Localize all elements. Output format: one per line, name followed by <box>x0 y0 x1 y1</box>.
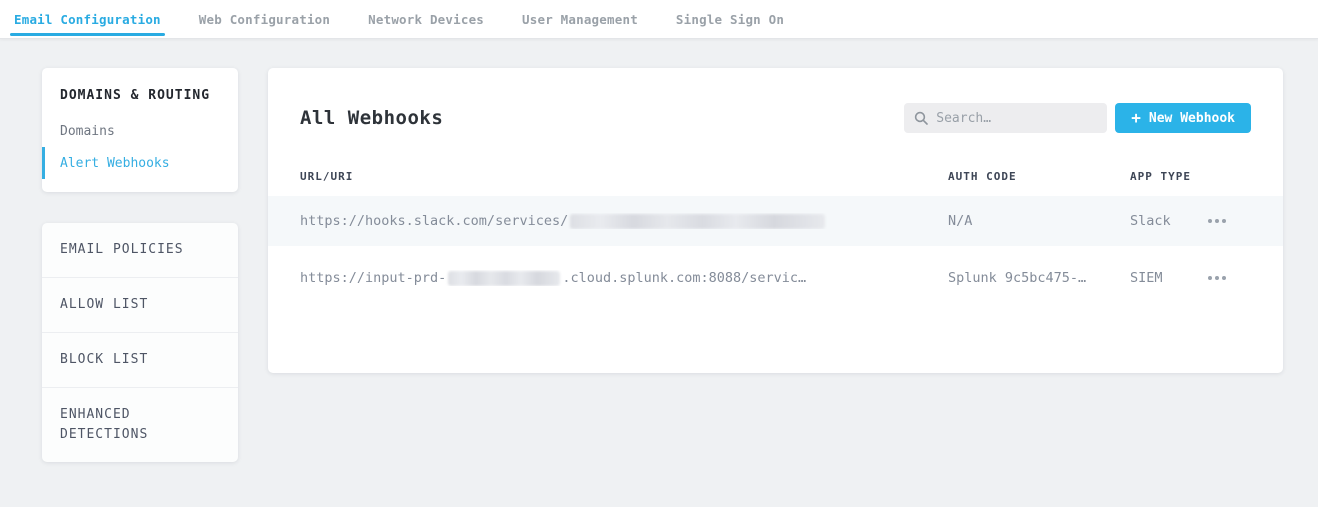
webhook-url-prefix: https://input-prd- <box>300 270 446 286</box>
tab-user-management[interactable]: User Management <box>518 0 642 38</box>
column-header-url: URL/URI <box>300 170 948 183</box>
app-type-cell: Slack <box>1130 213 1206 229</box>
sidebar-item-enhanced-detections[interactable]: ENHANCED DETECTIONS <box>42 387 238 462</box>
tab-network-devices[interactable]: Network Devices <box>364 0 488 38</box>
sidebar-item-block-list[interactable]: BLOCK LIST <box>42 332 238 387</box>
column-header-app-type: APP TYPE <box>1130 170 1206 183</box>
header-controls: + New Webhook <box>904 103 1251 133</box>
auth-code-cell: Splunk 9c5bc475-… <box>948 270 1130 286</box>
sidebar-item-email-policies[interactable]: EMAIL POLICIES <box>42 223 238 277</box>
search-input[interactable] <box>936 111 1097 126</box>
webhook-url-prefix: https://hooks.slack.com/services/ <box>300 213 568 229</box>
new-webhook-button-label: New Webhook <box>1149 111 1235 126</box>
app-type-cell: SIEM <box>1130 270 1206 286</box>
panel-header: All Webhooks + New Webhook <box>300 103 1251 133</box>
domains-routing-card: DOMAINS & ROUTING Domains Alert Webhooks <box>42 68 238 192</box>
search-icon <box>914 111 928 125</box>
webhook-url-cell: https://input-prd- .cloud.splunk.com:808… <box>300 270 948 286</box>
tab-web-configuration[interactable]: Web Configuration <box>195 0 334 38</box>
sidebar-sections-card: EMAIL POLICIES ALLOW LIST BLOCK LIST ENH… <box>42 223 238 462</box>
new-webhook-button[interactable]: + New Webhook <box>1115 103 1251 133</box>
search-box[interactable] <box>904 103 1107 133</box>
domains-routing-title: DOMAINS & ROUTING <box>60 88 220 103</box>
sidebar-item-allow-list[interactable]: ALLOW LIST <box>42 277 238 332</box>
sidebar-item-domains[interactable]: Domains <box>42 115 238 147</box>
table-body: https://hooks.slack.com/services/ N/A Sl… <box>268 196 1283 304</box>
tab-email-configuration[interactable]: Email Configuration <box>10 0 165 38</box>
table-header: URL/URI AUTH CODE APP TYPE <box>268 162 1283 190</box>
column-header-auth-code: AUTH CODE <box>948 170 1130 183</box>
tab-single-sign-on[interactable]: Single Sign On <box>672 0 788 38</box>
auth-code-cell: N/A <box>948 213 1130 229</box>
plus-icon: + <box>1131 110 1141 126</box>
table-row: https://hooks.slack.com/services/ N/A Sl… <box>268 196 1283 246</box>
redacted-url-segment <box>448 271 560 286</box>
sidebar-item-alert-webhooks[interactable]: Alert Webhooks <box>42 147 238 179</box>
row-menu-icon[interactable] <box>1206 270 1228 286</box>
top-navigation: Email Configuration Web Configuration Ne… <box>0 0 1318 39</box>
webhooks-panel: All Webhooks + New Webhook URL/URI AUTH … <box>268 68 1283 373</box>
webhook-url-suffix: .cloud.splunk.com:8088/servic… <box>562 270 806 286</box>
redacted-url-segment <box>570 214 825 229</box>
webhook-url-cell: https://hooks.slack.com/services/ <box>300 213 948 229</box>
sidebar: DOMAINS & ROUTING Domains Alert Webhooks… <box>42 68 238 462</box>
row-menu-icon[interactable] <box>1206 213 1228 229</box>
table-row: https://input-prd- .cloud.splunk.com:808… <box>268 252 1283 304</box>
page-title: All Webhooks <box>300 107 443 129</box>
